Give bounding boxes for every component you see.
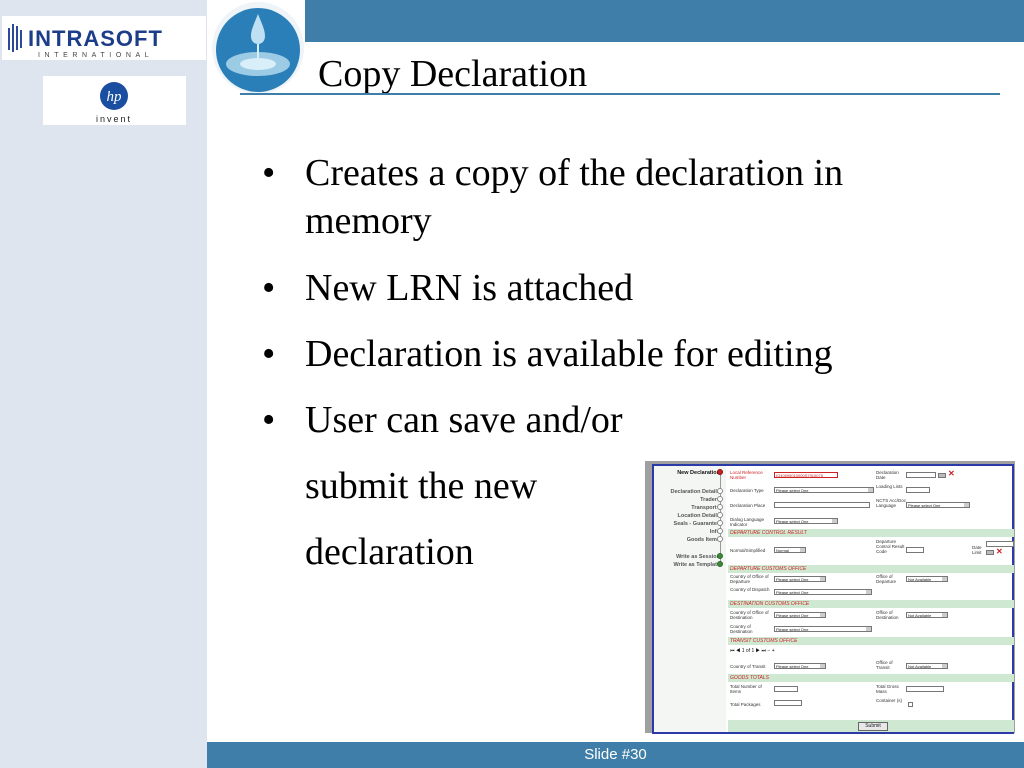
- nav-node: [717, 528, 723, 534]
- bullet-dot: •: [262, 267, 276, 309]
- total-packages-field[interactable]: [774, 700, 802, 706]
- office-dest-label: Office of Destination: [876, 610, 899, 620]
- nav-node: [717, 496, 723, 502]
- decl-date-label: Declaration Date: [876, 470, 899, 480]
- total-gross-label: Total Gross Mass: [876, 684, 899, 694]
- office-dep-label: Office of Departure: [876, 574, 897, 584]
- office-transit-label: Office of Transit: [876, 660, 893, 670]
- country-office-dep-select[interactable]: Please select One: [774, 576, 826, 582]
- nav-new-declaration[interactable]: New Declaration: [677, 470, 720, 476]
- bullet-item: • User can save and/or: [262, 393, 1002, 447]
- container-checkbox[interactable]: [908, 702, 913, 707]
- dep-control-label: Departure Control Result Code: [876, 539, 905, 554]
- nav-write-as-session[interactable]: Write as Session: [676, 554, 720, 560]
- embedded-screenshot: New Declaration Declaration Details Trad…: [652, 464, 1014, 734]
- total-items-label: Total Number of Items: [730, 684, 762, 694]
- office-dest-select[interactable]: Not Available: [906, 612, 948, 618]
- section-goods-totals: GOODS TOTALS: [728, 674, 1014, 682]
- dialog-lang-label: Dialog Language Indicator: [730, 517, 765, 527]
- water-drop-logo: [208, 0, 312, 100]
- submit-button[interactable]: Submit: [858, 722, 888, 731]
- section-transit-office: TRANSIT CUSTOMS OFFICE: [728, 637, 1014, 645]
- country-office-dest-label: Country of Office of Destination: [730, 610, 769, 620]
- nav-seals-guarantee[interactable]: Seals - Guarantee: [674, 521, 720, 527]
- office-dep-select[interactable]: Not Available: [906, 576, 948, 582]
- country-dest-select[interactable]: Please select One: [774, 626, 872, 632]
- ncts-lang-select[interactable]: Please select One: [906, 502, 970, 508]
- decl-date-field[interactable]: [906, 472, 936, 478]
- loading-lists-field[interactable]: [906, 487, 930, 493]
- pager[interactable]: ⏮ ◀ 1 of 1 ▶ ⏭ − +: [730, 648, 775, 654]
- bullet-item: • Declaration is available for editing: [262, 327, 1002, 381]
- svg-text:INTERNATIONAL: INTERNATIONAL: [38, 52, 153, 59]
- nav-node: [717, 504, 723, 510]
- container-label: Container (s): [876, 698, 903, 703]
- svg-text:hp: hp: [107, 89, 123, 105]
- total-gross-field[interactable]: [906, 686, 944, 692]
- hp-logo: hp invent: [43, 76, 186, 125]
- dialog-lang-select[interactable]: Please select One: [774, 518, 838, 524]
- nav-node: [717, 561, 723, 567]
- intrasoft-logo: INTRASOFT INTERNATIONAL: [2, 16, 206, 60]
- bullet-continuation: memory: [305, 200, 432, 242]
- country-dispatch-select[interactable]: Please select One: [774, 589, 872, 595]
- nav-declaration-details[interactable]: Declaration Details: [670, 489, 720, 495]
- close-icon[interactable]: ✕: [948, 470, 955, 478]
- country-office-dep-label: Country of Office of Departure: [730, 574, 769, 584]
- loading-lists-label: Loading Lists: [876, 484, 903, 489]
- screenshot-nav: New Declaration Declaration Details Trad…: [654, 466, 726, 732]
- normal-simplified-select[interactable]: Normal: [774, 547, 806, 553]
- country-dispatch-label: Country of Dispatch: [730, 587, 770, 592]
- country-dest-label: Country of Destination: [730, 624, 753, 634]
- lrn-field[interactable]: IG40595010000S7910075: [774, 472, 838, 478]
- bullet-item: • New LRN is attached: [262, 261, 1002, 315]
- screenshot-form: Local Reference Number IG40595010000S791…: [728, 466, 1014, 732]
- dep-control-field[interactable]: [906, 547, 924, 553]
- svg-text:INTRASOFT: INTRASOFT: [28, 26, 163, 51]
- nav-location-details[interactable]: Location Details: [678, 513, 720, 519]
- nav-write-as-template[interactable]: Write as Template: [673, 562, 720, 568]
- bullet-dot: •: [262, 333, 276, 375]
- nav-transport[interactable]: Transport -: [691, 505, 720, 511]
- nav-node: [717, 553, 723, 559]
- lrn-label: Local Reference Number: [730, 470, 763, 480]
- total-packages-label: Total Packages: [730, 702, 761, 707]
- svg-text:invent: invent: [96, 114, 132, 124]
- date-limit-label: Date Limit: [972, 545, 982, 555]
- bullet-dot: •: [262, 152, 276, 194]
- nav-node: [717, 469, 723, 475]
- country-transit-label: Country of Transit: [730, 664, 766, 669]
- nav-node: [717, 520, 723, 526]
- bullet-item: • Creates a copy of the declaration in: [262, 146, 1002, 200]
- nav-node: [717, 512, 723, 518]
- slide-title: Copy Declaration: [318, 53, 588, 95]
- slide-number: Slide #30: [584, 746, 647, 763]
- total-items-field[interactable]: [774, 686, 798, 692]
- top-bar: [305, 0, 1024, 42]
- section-destination-office: DESTINATION CUSTOMS OFFICE: [728, 600, 1014, 608]
- nav-node: [717, 536, 723, 542]
- decl-type-select[interactable]: Please select One: [774, 487, 874, 493]
- decl-type-label: Declaration Type: [730, 488, 764, 493]
- ncts-lang-label: NCTS Acc/Doc Language: [876, 498, 907, 508]
- title-underline: [240, 93, 1000, 95]
- nav-goods-items[interactable]: Goods Items: [687, 537, 720, 543]
- calendar-icon[interactable]: [938, 473, 946, 478]
- bullet-dot: •: [262, 399, 276, 441]
- close-icon[interactable]: ✕: [996, 548, 1003, 556]
- country-transit-select[interactable]: Please select One: [774, 663, 826, 669]
- pager-text: 1 of 1: [741, 648, 755, 654]
- nav-node: [717, 488, 723, 494]
- section-departure-control: DEPARTURE CONTROL RESULT: [728, 529, 1014, 537]
- normal-simplified-label: Normal/Simplified: [730, 548, 766, 553]
- decl-place-field[interactable]: [774, 502, 870, 508]
- calendar-icon[interactable]: [986, 550, 994, 555]
- country-office-dest-select[interactable]: Please select One: [774, 612, 826, 618]
- section-departure-office: DEPARTURE CUSTOMS OFFICE: [728, 565, 1014, 573]
- office-transit-select[interactable]: Not Available: [906, 663, 948, 669]
- decl-place-label: Declaration Place: [730, 503, 766, 508]
